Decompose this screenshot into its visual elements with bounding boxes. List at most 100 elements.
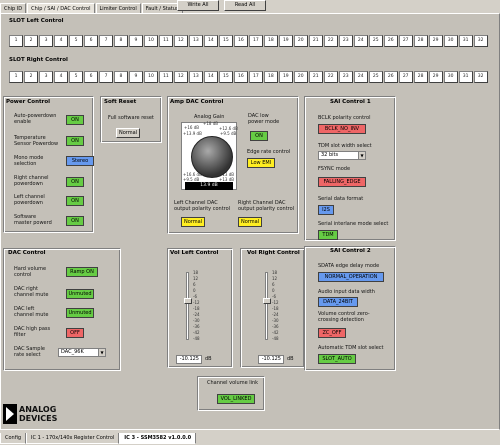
slot-button[interactable]: 20 xyxy=(293,35,308,47)
sdata-button[interactable]: NORMAL_OPERATION xyxy=(318,272,384,282)
write-all-button[interactable]: Write All xyxy=(177,0,219,11)
bottom-tab-ic3[interactable]: IC 3 - SSM3582 v1.0.0.0 xyxy=(119,433,197,444)
slot-button[interactable]: 28 xyxy=(413,35,428,47)
slot-button[interactable]: 14 xyxy=(203,35,218,47)
bclk-button[interactable]: BCLK_NO_INV xyxy=(318,124,366,134)
slot-button[interactable]: 5 xyxy=(68,35,84,47)
slot-button[interactable]: 8 xyxy=(113,35,129,47)
slot-button[interactable]: 21 xyxy=(308,71,323,83)
slot-button[interactable]: 15 xyxy=(218,71,233,83)
slot-button[interactable]: 25 xyxy=(368,35,383,47)
low-power-button[interactable]: ON xyxy=(250,131,268,141)
slot-button[interactable]: 6 xyxy=(83,35,99,47)
slot-button[interactable]: 23 xyxy=(338,71,353,83)
power-autopd-button[interactable]: ON xyxy=(66,115,84,125)
hard-volume-button[interactable]: Ramp ON xyxy=(66,267,98,277)
power-temp-button[interactable]: ON xyxy=(66,136,84,146)
slot-button[interactable]: 4 xyxy=(53,35,69,47)
interleave-button[interactable]: TDM xyxy=(318,230,338,240)
slot-button[interactable]: 31 xyxy=(458,35,473,47)
slot-button[interactable]: 26 xyxy=(383,71,398,83)
serial-format-button[interactable]: I2S xyxy=(318,205,334,215)
dac-sample-select[interactable]: DAC_96K ▼ xyxy=(58,348,106,357)
slot-button[interactable]: 17 xyxy=(248,35,263,47)
vol-left-value[interactable]: -10.125 xyxy=(176,355,202,364)
slot-button[interactable]: 12 xyxy=(173,35,189,47)
slot-button[interactable]: 24 xyxy=(353,35,368,47)
slot-button[interactable]: 10 xyxy=(143,71,159,83)
slot-button[interactable]: 29 xyxy=(428,71,443,83)
slot-button[interactable]: 13 xyxy=(188,71,203,83)
power-left-button[interactable]: ON xyxy=(66,196,84,206)
tab-chip-sai-dac[interactable]: Chip / SAI / DAC Control xyxy=(27,3,95,13)
read-all-button[interactable]: Read All xyxy=(224,0,266,11)
slot-button[interactable]: 3 xyxy=(38,35,54,47)
slot-button[interactable]: 10 xyxy=(143,35,159,47)
slot-button[interactable]: 17 xyxy=(248,71,263,83)
slot-button[interactable]: 27 xyxy=(398,71,413,83)
slot-button[interactable]: 9 xyxy=(128,35,144,47)
slot-button[interactable]: 22 xyxy=(323,35,338,47)
vol-right-slider-thumb[interactable] xyxy=(263,297,271,304)
slot-button[interactable]: 7 xyxy=(98,35,114,47)
slot-button[interactable]: 30 xyxy=(443,71,458,83)
power-mono-button[interactable]: Stereo xyxy=(66,156,94,166)
slot-button[interactable]: 2 xyxy=(23,35,39,47)
slot-button[interactable]: 4 xyxy=(53,71,69,83)
slot-button[interactable]: 23 xyxy=(338,35,353,47)
tdm-width-select[interactable]: 32 bits ▼ xyxy=(318,151,366,160)
channel-link-button[interactable]: VOL_LINKED xyxy=(217,394,255,404)
slot-button[interactable]: 29 xyxy=(428,35,443,47)
right-polarity-button[interactable]: Normal xyxy=(238,217,262,227)
bottom-tab-ic1[interactable]: IC 1 - 170x/140x Register Control xyxy=(26,433,120,444)
bottom-tab-config[interactable]: Config xyxy=(0,433,27,444)
auto-tdm-button[interactable]: SLOT_AUTO xyxy=(318,354,356,364)
slot-button[interactable]: 27 xyxy=(398,35,413,47)
slot-button[interactable]: 32 xyxy=(473,35,488,47)
data-width-button[interactable]: DATA_24BIT xyxy=(318,297,358,307)
slot-button[interactable]: 26 xyxy=(383,35,398,47)
slot-button[interactable]: 15 xyxy=(218,35,233,47)
right-mute-button[interactable]: Unmuted xyxy=(66,289,94,299)
slot-button[interactable]: 28 xyxy=(413,71,428,83)
soft-reset-button[interactable]: Normal xyxy=(116,128,140,138)
zero-cross-button[interactable]: ZC_OFF xyxy=(318,328,346,338)
tab-chip-id[interactable]: Chip ID xyxy=(0,3,27,13)
slot-button[interactable]: 8 xyxy=(113,71,129,83)
slot-button[interactable]: 13 xyxy=(188,35,203,47)
analog-gain-knob[interactable] xyxy=(191,136,233,178)
slot-button[interactable]: 19 xyxy=(278,35,293,47)
tab-limiter[interactable]: Limiter Control xyxy=(95,3,141,13)
slot-button[interactable]: 11 xyxy=(158,35,174,47)
slot-button[interactable]: 1 xyxy=(9,35,24,47)
slot-button[interactable]: 11 xyxy=(158,71,174,83)
power-master-button[interactable]: ON xyxy=(66,216,84,226)
slot-button[interactable]: 30 xyxy=(443,35,458,47)
slot-button[interactable]: 16 xyxy=(233,35,248,47)
slot-button[interactable]: 12 xyxy=(173,71,189,83)
slot-button[interactable]: 6 xyxy=(83,71,99,83)
hpf-button[interactable]: OFF xyxy=(66,328,84,338)
slot-button[interactable]: 9 xyxy=(128,71,144,83)
left-mute-button[interactable]: Unmuted xyxy=(66,308,94,318)
slot-button[interactable]: 21 xyxy=(308,35,323,47)
slot-button[interactable]: 24 xyxy=(353,71,368,83)
slot-button[interactable]: 2 xyxy=(23,71,39,83)
slot-button[interactable]: 25 xyxy=(368,71,383,83)
left-polarity-button[interactable]: Normal xyxy=(181,217,205,227)
slot-button[interactable]: 1 xyxy=(9,71,24,83)
power-right-button[interactable]: ON xyxy=(66,177,84,187)
slot-button[interactable]: 19 xyxy=(278,71,293,83)
slot-button[interactable]: 7 xyxy=(98,71,114,83)
slot-button[interactable]: 20 xyxy=(293,71,308,83)
slot-button[interactable]: 31 xyxy=(458,71,473,83)
fsync-button[interactable]: FALLING_EDGE xyxy=(318,177,366,187)
slot-button[interactable]: 18 xyxy=(263,35,278,47)
edge-rate-button[interactable]: Low EMI xyxy=(247,158,275,168)
slot-button[interactable]: 3 xyxy=(38,71,54,83)
slot-button[interactable]: 22 xyxy=(323,71,338,83)
slot-button[interactable]: 18 xyxy=(263,71,278,83)
slot-button[interactable]: 32 xyxy=(473,71,488,83)
slot-button[interactable]: 16 xyxy=(233,71,248,83)
vol-left-slider-thumb[interactable] xyxy=(184,297,192,304)
